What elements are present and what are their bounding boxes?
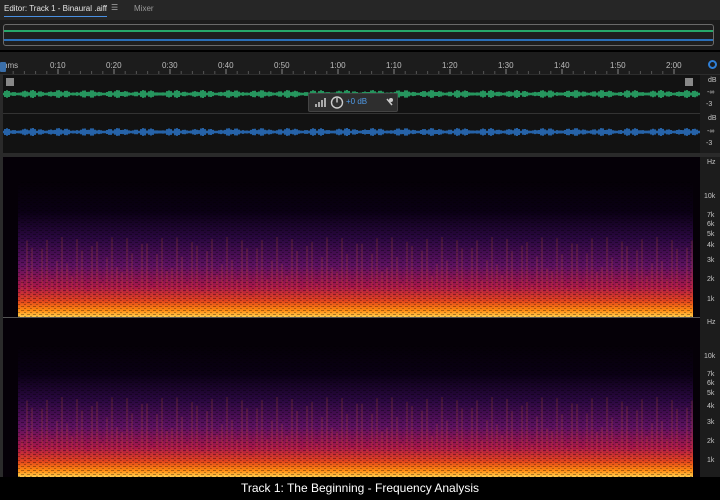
frequency-label: 6k bbox=[707, 380, 715, 387]
caption: Track 1: The Beginning - Frequency Analy… bbox=[0, 477, 720, 500]
frequency-label: 4k bbox=[707, 242, 715, 249]
hz-label: Hz bbox=[707, 319, 716, 326]
frequency-label: 10k bbox=[704, 353, 716, 360]
hud-volume[interactable]: +0 dB bbox=[308, 93, 398, 112]
waveform-display[interactable] bbox=[2, 75, 700, 153]
menu-icon[interactable]: ☰ bbox=[111, 3, 118, 12]
overview-waveform bbox=[4, 30, 713, 41]
tab-editor[interactable]: Editor: Track 1 - Binaural .aiff bbox=[4, 3, 108, 17]
frequency-label: 1k bbox=[707, 457, 715, 464]
tab-mixer[interactable]: Mixer bbox=[134, 3, 154, 15]
frequency-label: 2k bbox=[707, 438, 715, 445]
hud-volume-value[interactable]: +0 dB bbox=[346, 97, 367, 106]
headphone-icon[interactable] bbox=[708, 60, 717, 69]
amplitude-scale: dB -∞ -3 dB -∞ -3 bbox=[700, 75, 720, 153]
spectral-display[interactable] bbox=[3, 157, 700, 477]
db-label: dB bbox=[708, 115, 717, 122]
overview-panel bbox=[0, 20, 720, 50]
frequency-label: 1k bbox=[707, 296, 715, 303]
frequency-label: 2k bbox=[707, 276, 715, 283]
playhead-icon[interactable] bbox=[0, 62, 6, 72]
zoom-icon[interactable] bbox=[685, 78, 693, 86]
frequency-scale: Hz 10k 7k 6k 5k 4k 3k 2k 1k Hz 10k 7k 6k 5k 4k 3k 2k 1k bbox=[700, 157, 720, 477]
pin-icon bbox=[386, 98, 393, 106]
neg-inf-label: -∞ bbox=[707, 128, 715, 135]
frequency-label: 3k bbox=[707, 257, 715, 264]
minus3-label: -3 bbox=[706, 140, 713, 147]
db-label: dB bbox=[708, 77, 717, 84]
frequency-label: 10k bbox=[704, 193, 716, 200]
hz-label: Hz bbox=[707, 159, 716, 166]
frequency-label: 5k bbox=[707, 231, 715, 238]
spectrogram-svg bbox=[3, 182, 700, 477]
neg-inf-label: -∞ bbox=[707, 89, 715, 96]
time-ruler[interactable]: hms 0:10 0:20 0:30 0:40 0:50 1:00 1:10 1:20 1:30… bbox=[0, 52, 720, 75]
overview-range[interactable] bbox=[3, 24, 714, 46]
meter-icon bbox=[315, 98, 326, 107]
ruler-ticks bbox=[12, 69, 675, 74]
tab-bar: Editor: Track 1 - Binaural .aiff ☰ Mixer bbox=[0, 0, 720, 21]
frequency-label: 7k bbox=[707, 371, 715, 378]
zoom-icon[interactable] bbox=[6, 78, 14, 86]
waveform-svg bbox=[2, 75, 700, 153]
frequency-label: 7k bbox=[707, 212, 715, 219]
minus3-label: -3 bbox=[706, 101, 713, 108]
frequency-label: 6k bbox=[707, 221, 715, 228]
frequency-label: 4k bbox=[707, 403, 715, 410]
frequency-label: 3k bbox=[707, 419, 715, 426]
frequency-label: 5k bbox=[707, 390, 715, 397]
